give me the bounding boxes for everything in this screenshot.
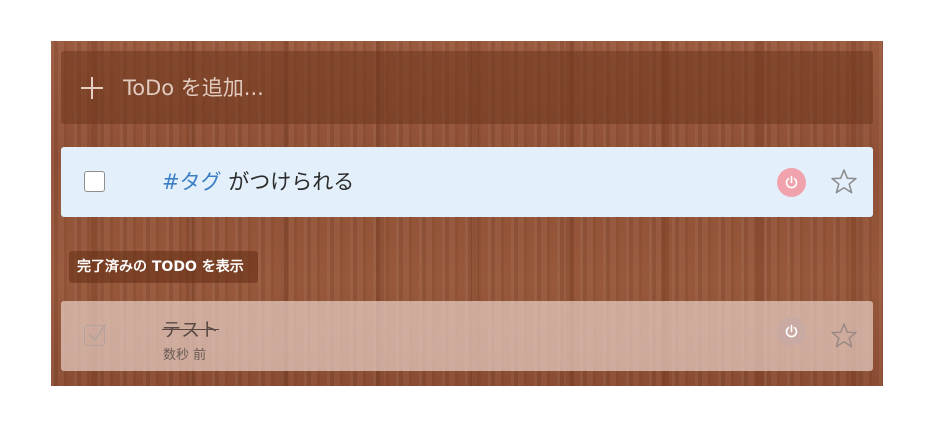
task-title[interactable]: #タグ がつけられる [162, 166, 354, 196]
power-icon[interactable] [777, 317, 806, 346]
star-outline-icon[interactable] [829, 167, 859, 197]
add-todo-input[interactable] [123, 71, 723, 105]
task-checkbox[interactable] [84, 171, 105, 192]
todo-board: #タグ がつけられる 完了済みの TODO を表示 テスト 数秒 前 [51, 41, 883, 386]
task-title-text: がつけられる [221, 170, 355, 194]
task-tag[interactable]: #タグ [162, 170, 222, 194]
completed-task-title[interactable]: テスト [162, 315, 219, 342]
add-todo-bar[interactable] [61, 51, 873, 124]
star-outline-icon[interactable] [829, 321, 859, 351]
task-item[interactable]: #タグ がつけられる [61, 147, 873, 217]
plus-icon[interactable] [81, 77, 103, 99]
task-checkbox-checked[interactable] [84, 324, 106, 346]
show-completed-toggle[interactable]: 完了済みの TODO を表示 [69, 251, 258, 283]
power-icon[interactable] [777, 168, 806, 197]
completed-task-time: 数秒 前 [163, 348, 207, 363]
completed-task-item[interactable]: テスト 数秒 前 [61, 301, 873, 371]
